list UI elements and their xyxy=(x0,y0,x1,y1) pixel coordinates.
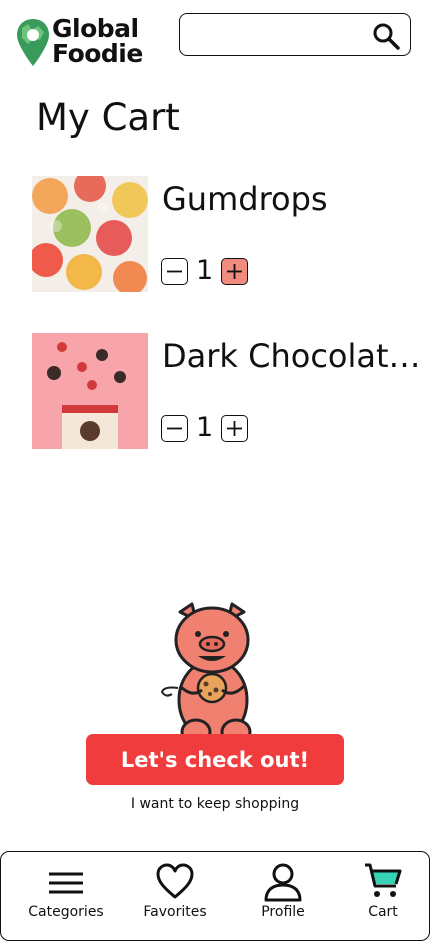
pig-mascot-illustration xyxy=(160,602,252,746)
app-header: Global Foodie xyxy=(0,0,430,80)
checkout-button[interactable]: Let's check out! xyxy=(86,734,344,785)
minus-icon xyxy=(167,427,182,429)
keep-shopping-link[interactable]: I want to keep shopping xyxy=(0,796,430,812)
plus-icon xyxy=(227,263,243,279)
logo[interactable]: Global Foodie xyxy=(16,16,143,68)
decrease-quantity-button[interactable] xyxy=(161,414,188,442)
quantity-value: 1 xyxy=(196,255,214,286)
menu-icon xyxy=(49,872,83,894)
nav-label: Categories xyxy=(28,904,104,920)
nav-label: Cart xyxy=(368,904,398,920)
plus-icon xyxy=(227,420,243,436)
cart-item: Dark Chocolate... 1 xyxy=(32,333,430,449)
search-icon[interactable] xyxy=(372,22,400,50)
logo-line-1: Global xyxy=(52,14,139,43)
product-image-gumdrops[interactable] xyxy=(32,176,148,292)
nav-label: Favorites xyxy=(143,904,207,920)
nav-item-categories[interactable]: Categories xyxy=(16,862,116,920)
quantity-stepper: 1 xyxy=(161,412,249,443)
minus-icon xyxy=(167,270,182,272)
increase-quantity-button[interactable] xyxy=(221,257,249,285)
increase-quantity-button[interactable] xyxy=(221,414,249,442)
user-icon xyxy=(264,863,302,902)
page-title: My Cart xyxy=(36,96,180,139)
bottom-nav: Categories Favorites Profile Cart xyxy=(0,851,430,941)
cart-item: Gumdrops 1 xyxy=(32,176,430,292)
heart-icon xyxy=(156,863,194,899)
product-image-dark-chocolate[interactable] xyxy=(32,333,148,449)
cart-icon xyxy=(365,863,402,897)
nav-item-profile[interactable]: Profile xyxy=(233,862,333,920)
decrease-quantity-button[interactable] xyxy=(161,257,188,285)
item-name[interactable]: Gumdrops xyxy=(162,180,430,218)
logo-line-2: Foodie xyxy=(52,39,143,68)
nav-item-favorites[interactable]: Favorites xyxy=(125,862,225,920)
nav-item-cart[interactable]: Cart xyxy=(333,862,430,920)
nav-label: Profile xyxy=(261,904,305,920)
logo-wordmark: Global Foodie xyxy=(52,16,143,66)
quantity-stepper: 1 xyxy=(161,255,249,286)
location-pin-icon xyxy=(17,19,49,66)
search-input[interactable] xyxy=(179,13,411,56)
item-name[interactable]: Dark Chocolate... xyxy=(162,337,430,375)
quantity-value: 1 xyxy=(196,412,214,443)
